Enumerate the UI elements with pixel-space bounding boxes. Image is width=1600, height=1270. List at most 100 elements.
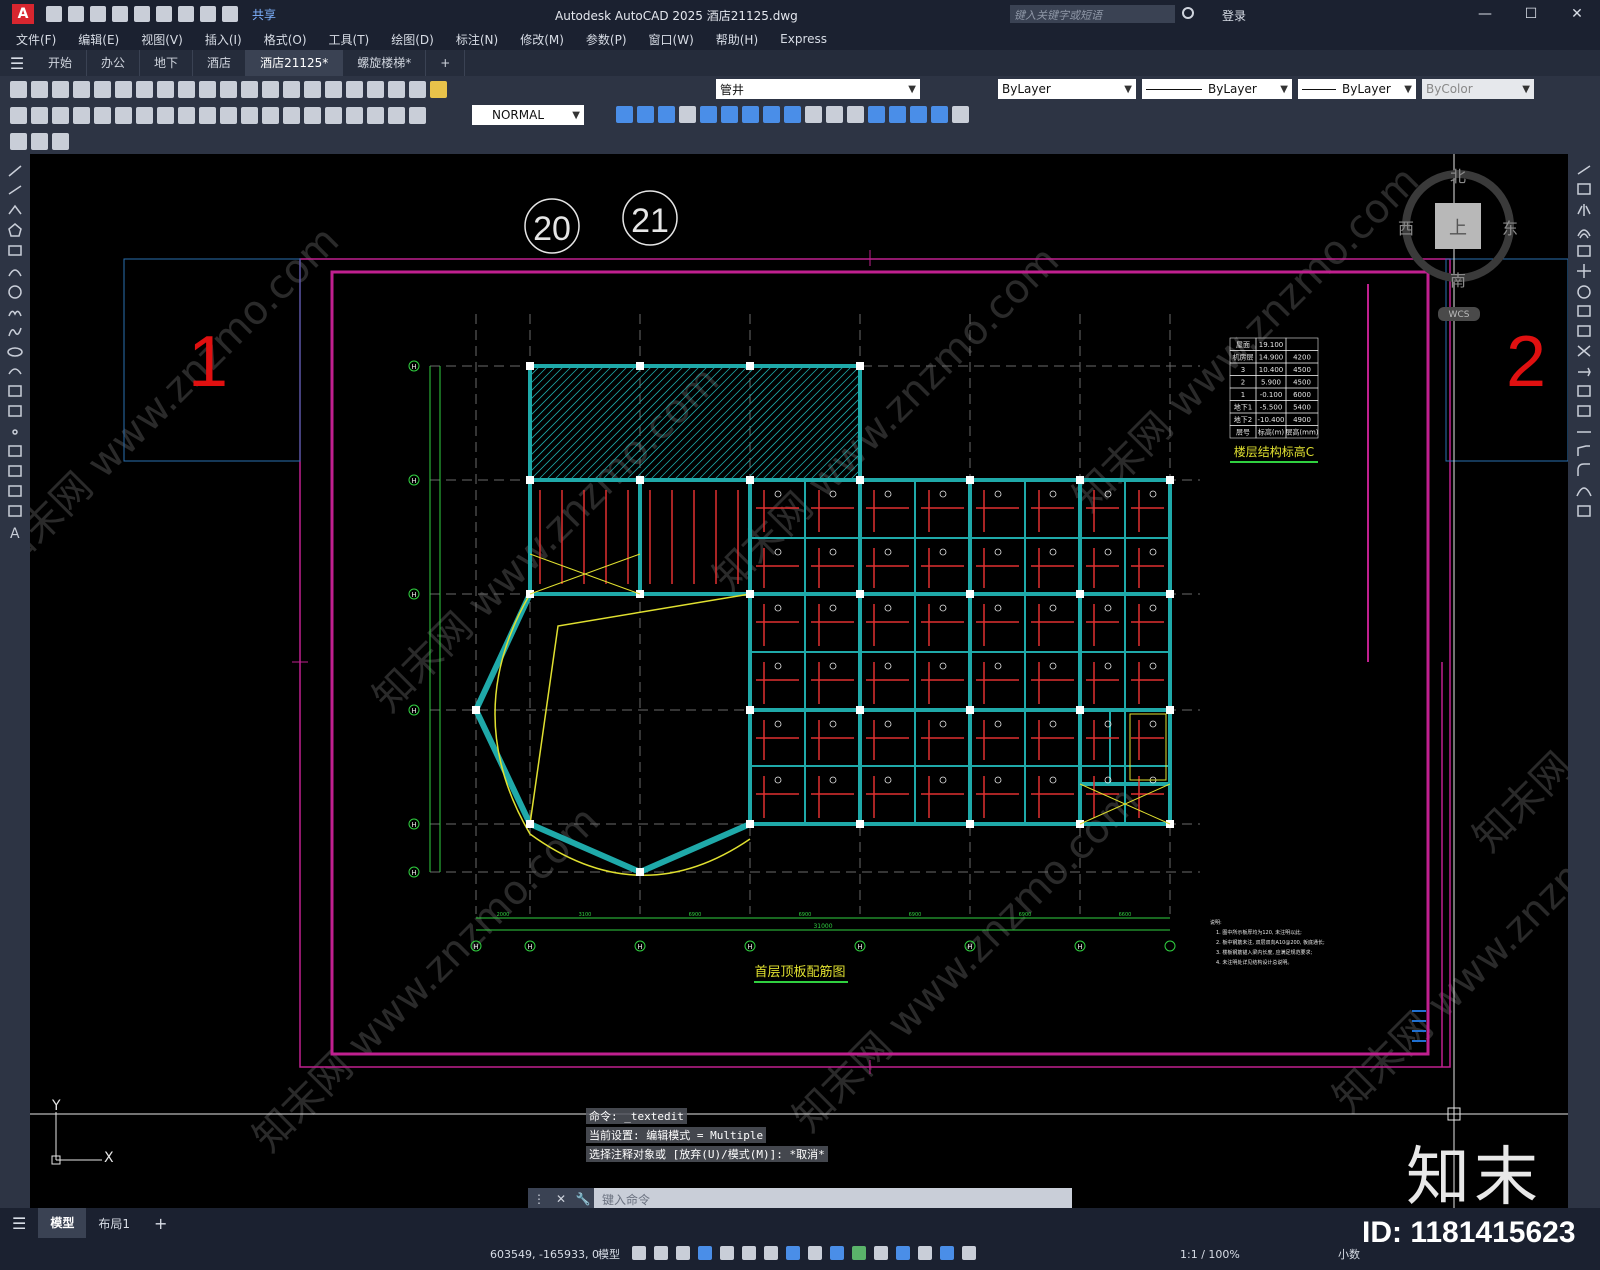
- redo-icon[interactable]: [241, 80, 258, 98]
- dim-update-icon[interactable]: [409, 106, 426, 124]
- view-icon-5[interactable]: [700, 106, 717, 123]
- command-close-icon[interactable]: ✕: [550, 1188, 572, 1210]
- annotation-scale[interactable]: 1:1 / 100%: [1180, 1248, 1240, 1261]
- jog-line-icon[interactable]: [346, 106, 363, 124]
- model-space-toggle[interactable]: 模型: [598, 1246, 620, 1262]
- ordinate-icon[interactable]: [73, 106, 90, 124]
- 3d-osnap-icon[interactable]: [852, 1246, 866, 1260]
- aligned-dim-icon[interactable]: [31, 106, 48, 124]
- view-icon-15[interactable]: [910, 106, 927, 123]
- view-icon-2[interactable]: [637, 106, 654, 123]
- isodraft-icon[interactable]: [720, 1246, 734, 1260]
- view-icon-14[interactable]: [889, 106, 906, 123]
- search-input[interactable]: 键入关键字或短语: [1010, 5, 1175, 23]
- grid-icon[interactable]: [632, 1246, 646, 1260]
- redo-icon[interactable]: [222, 6, 238, 22]
- transparency-icon[interactable]: [808, 1246, 822, 1260]
- units-selector[interactable]: 小数: [1338, 1246, 1360, 1262]
- drawing-canvas[interactable]: 知末网 www.znzmo.com 知末网 www.znzmo.com 知末网 …: [30, 154, 1568, 1208]
- menu-edit[interactable]: 编辑(E): [78, 31, 119, 48]
- diameter-icon[interactable]: [136, 106, 153, 124]
- view-icon-17[interactable]: [952, 106, 969, 123]
- menu-draw[interactable]: 绘图(D): [391, 31, 434, 48]
- layer-states-icon[interactable]: [52, 132, 69, 150]
- minimize-button[interactable]: —: [1462, 0, 1508, 28]
- menu-express[interactable]: Express: [780, 32, 827, 46]
- dim-text-edit-icon[interactable]: [388, 106, 405, 124]
- annotation-visibility-icon[interactable]: [940, 1246, 954, 1260]
- continue-icon[interactable]: [220, 106, 237, 124]
- osnap-icon[interactable]: [764, 1246, 778, 1260]
- menu-parametric[interactable]: 参数(P): [586, 31, 627, 48]
- undo-icon[interactable]: [220, 80, 237, 98]
- new-file-icon[interactable]: [46, 6, 62, 22]
- save-as-icon[interactable]: [112, 6, 128, 22]
- save-web-icon[interactable]: [156, 6, 172, 22]
- command-grip-icon[interactable]: ⋮: [528, 1188, 550, 1210]
- menu-file[interactable]: 文件(F): [16, 31, 56, 48]
- tab-model[interactable]: 模型: [38, 1208, 87, 1238]
- cut-icon[interactable]: [136, 80, 153, 98]
- new-tab-button[interactable]: +: [426, 50, 466, 76]
- lineweight-icon[interactable]: [786, 1246, 800, 1260]
- save-icon[interactable]: [90, 6, 106, 22]
- snap-icon[interactable]: [654, 1246, 668, 1260]
- auto-scale-icon[interactable]: [962, 1246, 976, 1260]
- selection-filter-icon[interactable]: [896, 1246, 910, 1260]
- open-file-icon[interactable]: [68, 6, 84, 22]
- share-button[interactable]: 共享: [252, 6, 276, 23]
- search-icon[interactable]: [1182, 7, 1194, 19]
- layer-on-icon[interactable]: [430, 80, 447, 98]
- properties-icon[interactable]: [304, 80, 321, 98]
- design-center-icon[interactable]: [325, 80, 342, 98]
- menu-help[interactable]: 帮助(H): [716, 31, 758, 48]
- center-mark-icon[interactable]: [304, 106, 321, 124]
- view-icon-13[interactable]: [868, 106, 885, 123]
- command-input[interactable]: 键入命令: [594, 1188, 1072, 1210]
- view-icon-4[interactable]: [679, 106, 696, 123]
- open-web-icon[interactable]: [134, 6, 150, 22]
- save-icon[interactable]: [52, 80, 69, 98]
- ortho-icon[interactable]: [676, 1246, 690, 1260]
- view-icon-7[interactable]: [742, 106, 759, 123]
- preview-icon[interactable]: [94, 80, 111, 98]
- inspect-icon[interactable]: [325, 106, 342, 124]
- tab-spiral-stair[interactable]: 螺旋楼梯*: [343, 50, 427, 76]
- markup-icon[interactable]: [31, 132, 48, 150]
- view-icon-3[interactable]: [658, 106, 675, 123]
- lineweight-dropdown[interactable]: ByLayer ▼: [1298, 79, 1416, 99]
- dimstyle-dropdown[interactable]: NORMAL ▼: [472, 105, 584, 125]
- layout-menu-icon[interactable]: ☰: [0, 1214, 38, 1233]
- tab-layout1[interactable]: 布局1: [86, 1215, 142, 1232]
- menu-modify[interactable]: 修改(M): [520, 31, 564, 48]
- tool-palettes-icon[interactable]: [346, 80, 363, 98]
- tolerance-icon[interactable]: [283, 106, 300, 124]
- coordinates-readout[interactable]: 603549, -165933, 0: [490, 1248, 599, 1261]
- menu-window[interactable]: 窗口(W): [649, 31, 694, 48]
- copy-icon[interactable]: [157, 80, 174, 98]
- calculator-icon[interactable]: [367, 80, 384, 98]
- view-icon-6[interactable]: [721, 106, 738, 123]
- object-tracking-icon[interactable]: [742, 1246, 756, 1260]
- view-icon-1[interactable]: [616, 106, 633, 123]
- add-layout-button[interactable]: +: [142, 1214, 179, 1233]
- arc-length-icon[interactable]: [52, 106, 69, 124]
- gizmo-icon[interactable]: [918, 1246, 932, 1260]
- new-icon[interactable]: [10, 80, 27, 98]
- sheet-set-icon[interactable]: [10, 132, 27, 150]
- close-button[interactable]: ✕: [1554, 0, 1600, 28]
- publish-icon[interactable]: [115, 80, 132, 98]
- linear-dim-icon[interactable]: [10, 106, 27, 124]
- plotstyle-dropdown[interactable]: ByColor ▼: [1422, 79, 1534, 99]
- paste-icon[interactable]: [178, 80, 195, 98]
- radius-icon[interactable]: [94, 106, 111, 124]
- view-icon-10[interactable]: [805, 106, 822, 123]
- open-icon[interactable]: [31, 80, 48, 98]
- viewcube[interactable]: 上 北 南 西 东 WCS: [1398, 167, 1518, 321]
- tab-hotel-21125[interactable]: 酒店21125*: [246, 50, 344, 76]
- angular-icon[interactable]: [157, 106, 174, 124]
- tab-hotel[interactable]: 酒店: [193, 50, 247, 76]
- menu-insert[interactable]: 插入(I): [205, 31, 242, 48]
- quick-dim-icon[interactable]: [178, 106, 195, 124]
- view-icon-12[interactable]: [847, 106, 864, 123]
